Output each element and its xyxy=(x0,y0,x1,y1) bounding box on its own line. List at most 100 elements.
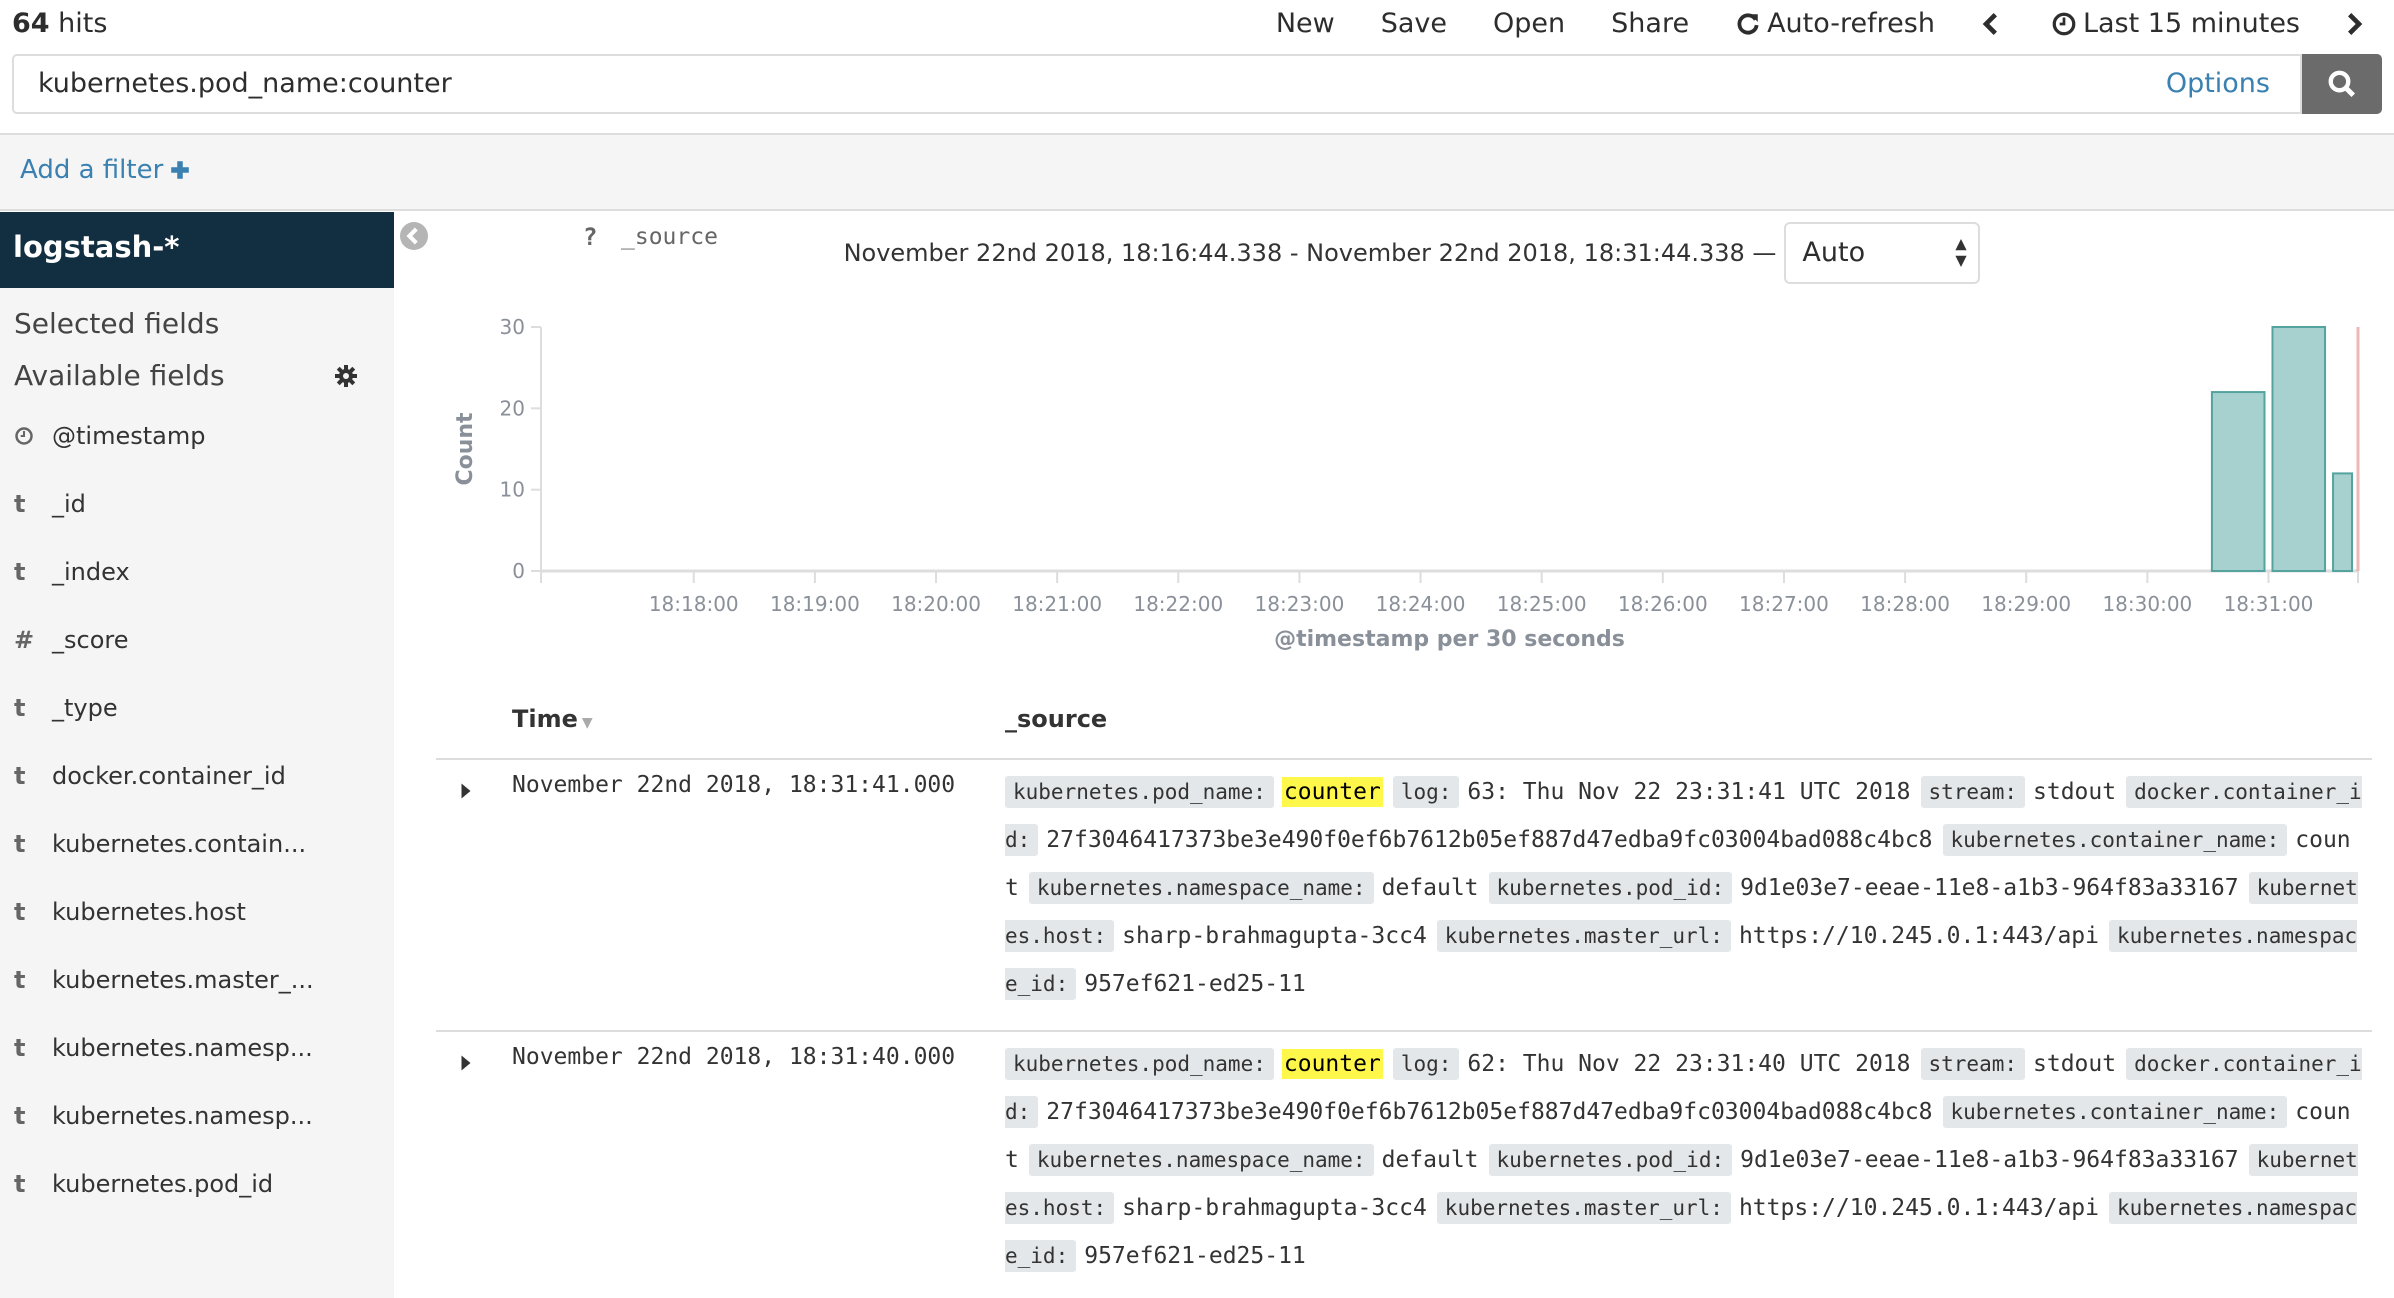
field-item[interactable]: t kubernetes.pod_id xyxy=(0,1150,394,1218)
string-type-icon: t xyxy=(14,1102,26,1130)
source-field-key: stream: xyxy=(1920,776,2026,808)
histogram-bar[interactable] xyxy=(2271,326,2327,572)
y-tick-label: 30 xyxy=(500,315,525,339)
string-type-icon: t xyxy=(14,830,26,858)
field-item[interactable]: @timestamp xyxy=(0,402,394,470)
y-tick-label: 20 xyxy=(500,396,525,420)
x-tick-label: 18:18:00 xyxy=(649,592,739,616)
field-item[interactable]: t _type xyxy=(0,674,394,742)
hits-number: 64 xyxy=(12,8,50,39)
string-type-icon: t xyxy=(14,762,26,790)
field-item[interactable]: t kubernetes.namesp... xyxy=(0,1014,394,1082)
sort-down-icon: ▼ xyxy=(581,715,593,731)
open-button[interactable]: Open xyxy=(1493,8,1565,39)
chevron-left-icon xyxy=(1982,12,1997,35)
histogram-bar[interactable] xyxy=(2332,472,2354,572)
source-field-value: 62: Thu Nov 22 23:31:40 UTC 2018 xyxy=(1467,1051,1911,1077)
query-input[interactable]: kubernetes.pod_name:counter Options xyxy=(12,54,2302,114)
collapse-sidebar-icon[interactable] xyxy=(400,222,428,250)
time-forward-button[interactable] xyxy=(2346,12,2370,36)
field-item[interactable]: t kubernetes.namesp... xyxy=(0,1082,394,1150)
field-name: _type xyxy=(52,694,118,722)
search-button[interactable] xyxy=(2302,54,2382,114)
source-field-value: 27f3046417373be3e490f0ef6b7612b05ef887d4… xyxy=(1046,827,1933,853)
options-button[interactable]: Options xyxy=(2166,56,2270,112)
source-field-value: counter xyxy=(1281,777,1383,807)
source-field-key: kubernetes.namespace_name: xyxy=(1028,1144,1374,1176)
field-item[interactable]: # _score xyxy=(0,606,394,674)
search-highlight: counter xyxy=(1281,1049,1383,1079)
field-name: kubernetes.pod_id xyxy=(52,1170,274,1198)
column-header-time[interactable]: Time ▼ xyxy=(512,705,593,733)
x-tick-label: 18:19:00 xyxy=(770,592,860,616)
field-name: _index xyxy=(52,558,130,586)
expand-row-icon[interactable] xyxy=(460,782,472,800)
interval-select[interactable]: Auto xyxy=(1784,222,1981,284)
field-item[interactable]: t _id xyxy=(0,470,394,538)
field-sidebar: logstash-* Selected fields ? _source Ava… xyxy=(0,212,718,1298)
new-label: New xyxy=(1275,8,1335,39)
source-field-key: kubernetes.namespace_name: xyxy=(1028,872,1374,904)
source-field-key: kubernetes.pod_id: xyxy=(1488,1144,1733,1176)
query-bar: kubernetes.pod_name:counter Options xyxy=(12,54,2382,114)
x-tick-label: 18:21:00 xyxy=(1012,592,1102,616)
source-field-value: https://10.245.0.1:443/api xyxy=(1738,1195,2099,1221)
field-item[interactable]: t docker.container_id xyxy=(0,742,394,810)
x-tick-label: 18:20:00 xyxy=(891,592,981,616)
source-field-key: kubernetes.container_name: xyxy=(1942,824,2288,856)
interval-value: Auto xyxy=(1802,237,1866,268)
index-pattern-selector[interactable]: logstash-* xyxy=(0,212,394,288)
source-field-value: 27f3046417373be3e490f0ef6b7612b05ef887d4… xyxy=(1046,1099,1933,1125)
string-type-icon: t xyxy=(14,1034,26,1062)
string-type-icon: t xyxy=(14,966,26,994)
x-tick-label: 18:27:00 xyxy=(1739,592,1829,616)
filter-bar: Add a filter xyxy=(0,133,2394,211)
source-field-key: log: xyxy=(1392,1048,1460,1080)
clock-icon xyxy=(14,426,52,446)
expand-row-icon[interactable] xyxy=(460,1054,472,1072)
field-item[interactable]: t kubernetes.contain... xyxy=(0,810,394,878)
y-axis-label: Count xyxy=(453,412,478,486)
field-item[interactable]: t kubernetes.host xyxy=(0,878,394,946)
field-name: kubernetes.namesp... xyxy=(52,1102,313,1130)
column-header-source: _source xyxy=(1005,705,1108,733)
field-name: kubernetes.namesp... xyxy=(52,1034,313,1062)
field-item[interactable]: t _index xyxy=(0,538,394,606)
field-item[interactable]: t kubernetes.master_... xyxy=(0,946,394,1014)
source-field-value: 9d1e03e7-eeae-11e8-a1b3-964f83a33167 xyxy=(1740,1147,2239,1173)
row-timestamp: November 22nd 2018, 18:31:41.000 xyxy=(512,772,956,798)
share-button[interactable]: Share xyxy=(1611,8,1689,39)
source-field-key: kubernetes.master_url: xyxy=(1436,1192,1731,1224)
y-tick-label: 10 xyxy=(500,478,525,502)
hits-count: 64 hits xyxy=(12,8,107,39)
header-divider xyxy=(436,758,2372,760)
time-header-label: Time xyxy=(512,705,578,733)
source-field-key: kubernetes.master_url: xyxy=(1436,920,1731,952)
share-label: Share xyxy=(1611,8,1690,39)
source-field-key: kubernetes.pod_name: xyxy=(1005,776,1274,808)
row-source: kubernetes.pod_name: counter log: 63: Thu N… xyxy=(1005,768,2365,1008)
source-field-value: https://10.245.0.1:443/api xyxy=(1738,923,2099,949)
new-button[interactable]: New xyxy=(1276,8,1335,39)
string-type-icon: t xyxy=(14,558,26,586)
field-name: docker.container_id xyxy=(52,762,286,790)
top-bar: 64 hits New Save Open Share Auto-refresh… xyxy=(0,0,2394,52)
histogram-bar[interactable] xyxy=(2210,391,2266,572)
gear-icon[interactable] xyxy=(334,364,358,388)
add-filter-button[interactable]: Add a filter xyxy=(20,155,191,185)
save-button[interactable]: Save xyxy=(1381,8,1447,39)
string-type-icon: t xyxy=(14,694,26,722)
x-tick-label: 18:23:00 xyxy=(1255,592,1345,616)
time-back-button[interactable] xyxy=(1981,12,2005,36)
chevron-right-icon xyxy=(2348,12,2363,35)
auto-refresh-button[interactable]: Auto-refresh xyxy=(1735,8,1935,39)
source-field-value: 9d1e03e7-eeae-11e8-a1b3-964f83a33167 xyxy=(1740,875,2239,901)
source-field-value: default xyxy=(1381,1147,1479,1173)
time-picker-button[interactable]: Last 15 minutes xyxy=(2051,8,2300,39)
available-fields-title: Available fields xyxy=(0,350,394,402)
source-field-value: counter xyxy=(1281,1049,1383,1079)
source-field-value: 957ef621-ed25-11 xyxy=(1084,1243,1306,1269)
time-range-text: November 22nd 2018, 18:16:44.338 - Novem… xyxy=(843,239,1777,267)
histogram-chart[interactable]: 0 10 20 30 18:18:00 18:19:00 18:20:00 18:21:00 1… xyxy=(430,300,2394,660)
x-tick-label: 18:24:00 xyxy=(1376,592,1466,616)
